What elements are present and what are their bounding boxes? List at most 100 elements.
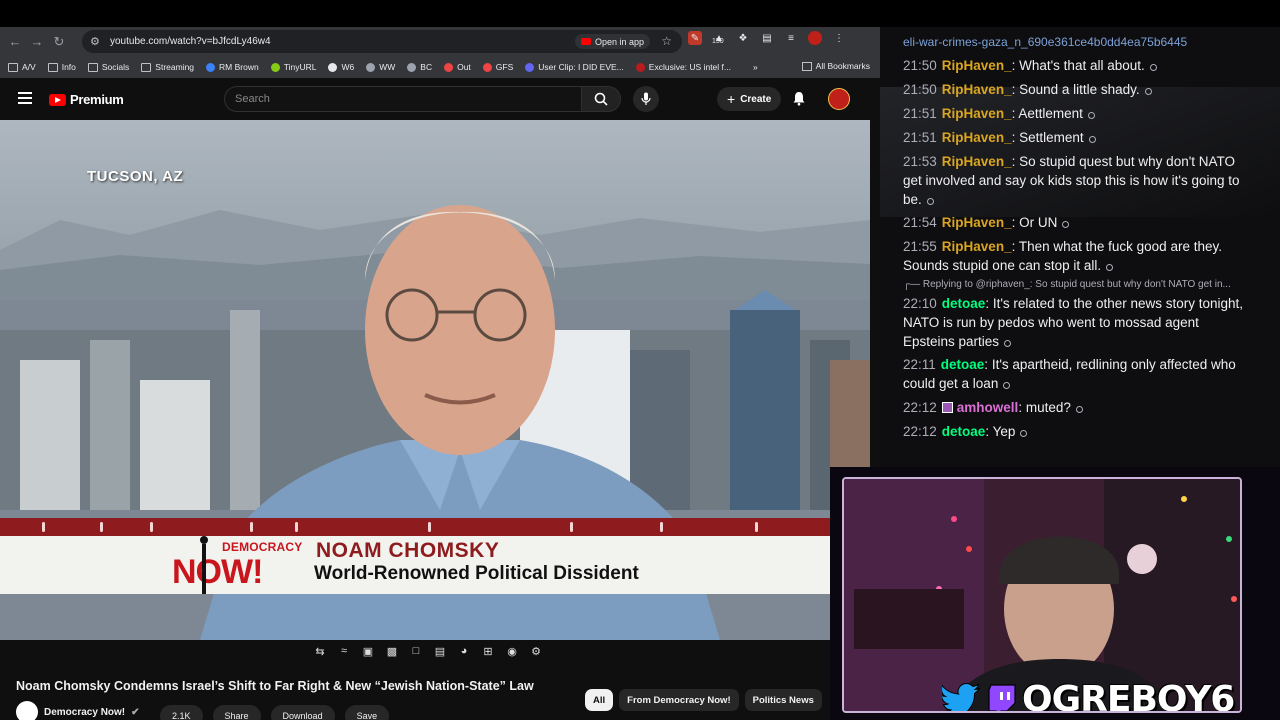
search-input[interactable]: Search <box>224 86 582 112</box>
site-icon <box>444 62 454 72</box>
address-bar[interactable]: ⚙ youtube.com/watch?v=bJfcdLy46w4 Open i… <box>82 30 682 53</box>
chat-message: 21:51 RipHaven_: Settlement <box>903 128 1248 147</box>
bookmark-item[interactable]: W6 <box>328 62 354 72</box>
download-button[interactable]: Download <box>270 705 335 720</box>
search-button[interactable] <box>581 86 621 112</box>
bookmark-item[interactable]: TinyURL <box>270 62 316 72</box>
extension-counter-icon[interactable]: 150 ▲ <box>712 31 726 46</box>
chat-cutoff-link[interactable]: eli-war-crimes-gaza_n_690e361ce4b0dd4ea7… <box>903 35 1248 49</box>
plus-icon: + <box>727 91 736 107</box>
tab-search-icon[interactable]: ≡ <box>784 31 798 45</box>
settings-gear-icon[interactable]: ⚙ <box>528 644 544 658</box>
chat-message: 21:53 RipHaven_: So stupid quest but why … <box>903 154 1240 207</box>
bookmark-item[interactable]: Info <box>47 62 76 72</box>
channel-avatar[interactable] <box>16 701 38 720</box>
search-placeholder: Search <box>235 93 270 105</box>
bookmark-item[interactable]: Socials <box>87 62 129 72</box>
twitter-bird-icon <box>942 682 981 711</box>
browser-menu-icon[interactable]: ⋮ <box>832 31 846 45</box>
site-icon <box>525 62 535 72</box>
all-bookmarks-button[interactable]: All Bookmarks <box>801 61 870 71</box>
bookmark-label: W6 <box>341 62 355 72</box>
bookmark-item[interactable]: A/V <box>8 62 36 72</box>
site-icon <box>482 62 492 72</box>
bookmark-item[interactable]: GFS <box>482 62 513 72</box>
like-button[interactable]: 2.1K <box>160 705 203 720</box>
create-label: Create <box>740 93 772 105</box>
reply-icon <box>926 198 934 205</box>
media-icon[interactable]: ▤ <box>760 31 774 45</box>
notifications-bell-icon[interactable] <box>792 91 806 106</box>
logo-bottom-text: NOW! <box>172 553 263 591</box>
stream-chat: eli-war-crimes-gaza_n_690e361ce4b0dd4ea7… <box>880 27 1280 467</box>
chat-message: 22:10 detoae: It's related to the other n… <box>903 296 1244 349</box>
video-title: Noam Chomsky Condemns Israel’s Shift to … <box>16 679 534 693</box>
bookmark-label: BC <box>420 62 433 72</box>
forward-icon[interactable]: → <box>26 31 48 53</box>
extensions-puzzle-icon[interactable]: ❖ <box>736 31 750 45</box>
bookmark-item[interactable]: RM Brown <box>206 62 259 72</box>
folder-icon <box>8 62 18 72</box>
site-info-icon[interactable]: ⚙ <box>90 35 106 48</box>
subtitles-icon[interactable]: ▤ <box>432 644 448 658</box>
extension-red-icon[interactable]: ✎ <box>688 31 702 45</box>
folder-icon <box>47 62 58 72</box>
bookmark-item[interactable]: BC <box>407 62 432 72</box>
chip-from-channel[interactable]: From Democracy Now! <box>619 689 739 711</box>
chat-message: 21:50 RipHaven_: What's that all about. <box>903 56 1248 75</box>
loop-icon[interactable]: ⇆ <box>312 644 328 658</box>
lower-third-name: NOAM CHOMSKY <box>316 539 500 562</box>
bookmark-star-icon[interactable]: ☆ <box>661 34 672 48</box>
open-in-app-button[interactable]: Open in app <box>574 34 650 49</box>
reload-icon[interactable]: ↻ <box>48 31 70 53</box>
create-button[interactable]: + Create <box>717 87 782 111</box>
chat-message: 22:11 detoae: It's apartheid, redlining o… <box>903 357 1236 391</box>
share-button[interactable]: Share <box>212 705 261 720</box>
channel-name[interactable]: Democracy Now! <box>44 707 125 718</box>
site-icon <box>206 62 216 72</box>
chat-message: 22:12 detoae: Yep <box>903 422 1248 441</box>
resize-icon[interactable]: □ <box>408 644 424 658</box>
menu-icon[interactable] <box>18 92 32 104</box>
video-location-label: TUCSON, AZ <box>87 168 184 185</box>
youtube-logo[interactable]: Premium <box>49 92 124 107</box>
bookmark-label: RM Brown <box>219 62 259 72</box>
camera-icon[interactable]: ◉ <box>504 644 520 658</box>
player-controls-bar: ⇆ ≈ ▣ ▩ □ ▤ ◕ ⊞ ◉ ⚙ <box>0 640 870 668</box>
youtube-play-icon <box>49 93 66 106</box>
reply-preview[interactable]: ┌— Replying to @riphaven_: So stupid que… <box>903 279 1248 290</box>
chat-message: 22:12 amhowell: muted? <box>903 398 1248 417</box>
webcam-overlay: OGREBOY6 <box>830 467 1280 720</box>
bookmark-item[interactable]: WW <box>366 62 395 72</box>
reply-icon <box>1087 112 1095 119</box>
streamer-channel-name: OGREBOY6 <box>1022 679 1235 713</box>
reply-icon <box>1062 221 1070 228</box>
extensions-row: ✎ 150 ▲ ❖ ▤ ≡ ⋮ <box>688 31 846 45</box>
add-to-playlist-icon[interactable]: ⊞ <box>480 644 496 658</box>
url-text[interactable]: youtube.com/watch?v=bJfcdLy46w4 <box>110 36 271 47</box>
chip-politics-news[interactable]: Politics News <box>744 689 822 711</box>
bookmarks-bar: A/V Info Socials Streaming RM Brown Tiny… <box>0 56 880 78</box>
save-button[interactable]: Save <box>344 705 390 720</box>
clapper-icon[interactable]: ▩ <box>384 644 400 658</box>
bookmark-item[interactable]: User Clip: I DID EVE... <box>525 62 624 72</box>
webcam-frame: OGREBOY6 <box>842 477 1242 713</box>
bookmark-label: WW <box>379 62 396 72</box>
chip-all[interactable]: All <box>585 689 614 711</box>
bookmark-item[interactable]: Exclusive: US intel f... <box>635 62 731 72</box>
bookmarks-overflow-icon[interactable]: » <box>753 62 758 72</box>
back-icon[interactable]: ← <box>4 31 26 53</box>
webcam-scene <box>844 479 1240 711</box>
profile-icon[interactable] <box>808 31 822 45</box>
speed-icon[interactable]: ◕ <box>456 644 472 658</box>
bookmark-item[interactable]: Streaming <box>141 62 194 72</box>
bookmark-item[interactable]: Out <box>444 62 471 72</box>
reply-icon <box>1075 406 1083 413</box>
voice-search-button[interactable] <box>633 86 659 112</box>
lower-third-banner: DEMOCRACY NOW! NOAM CHOMSKY World-Renown… <box>0 518 830 596</box>
folder-icon <box>801 61 812 71</box>
account-avatar[interactable] <box>828 88 850 110</box>
screenshot-icon[interactable]: ▣ <box>360 644 376 658</box>
audio-icon[interactable]: ≈ <box>336 644 352 658</box>
video-player[interactable]: TUCSON, AZ DEMOCRACY NOW! NOAM CHOMSKY W… <box>0 120 870 640</box>
